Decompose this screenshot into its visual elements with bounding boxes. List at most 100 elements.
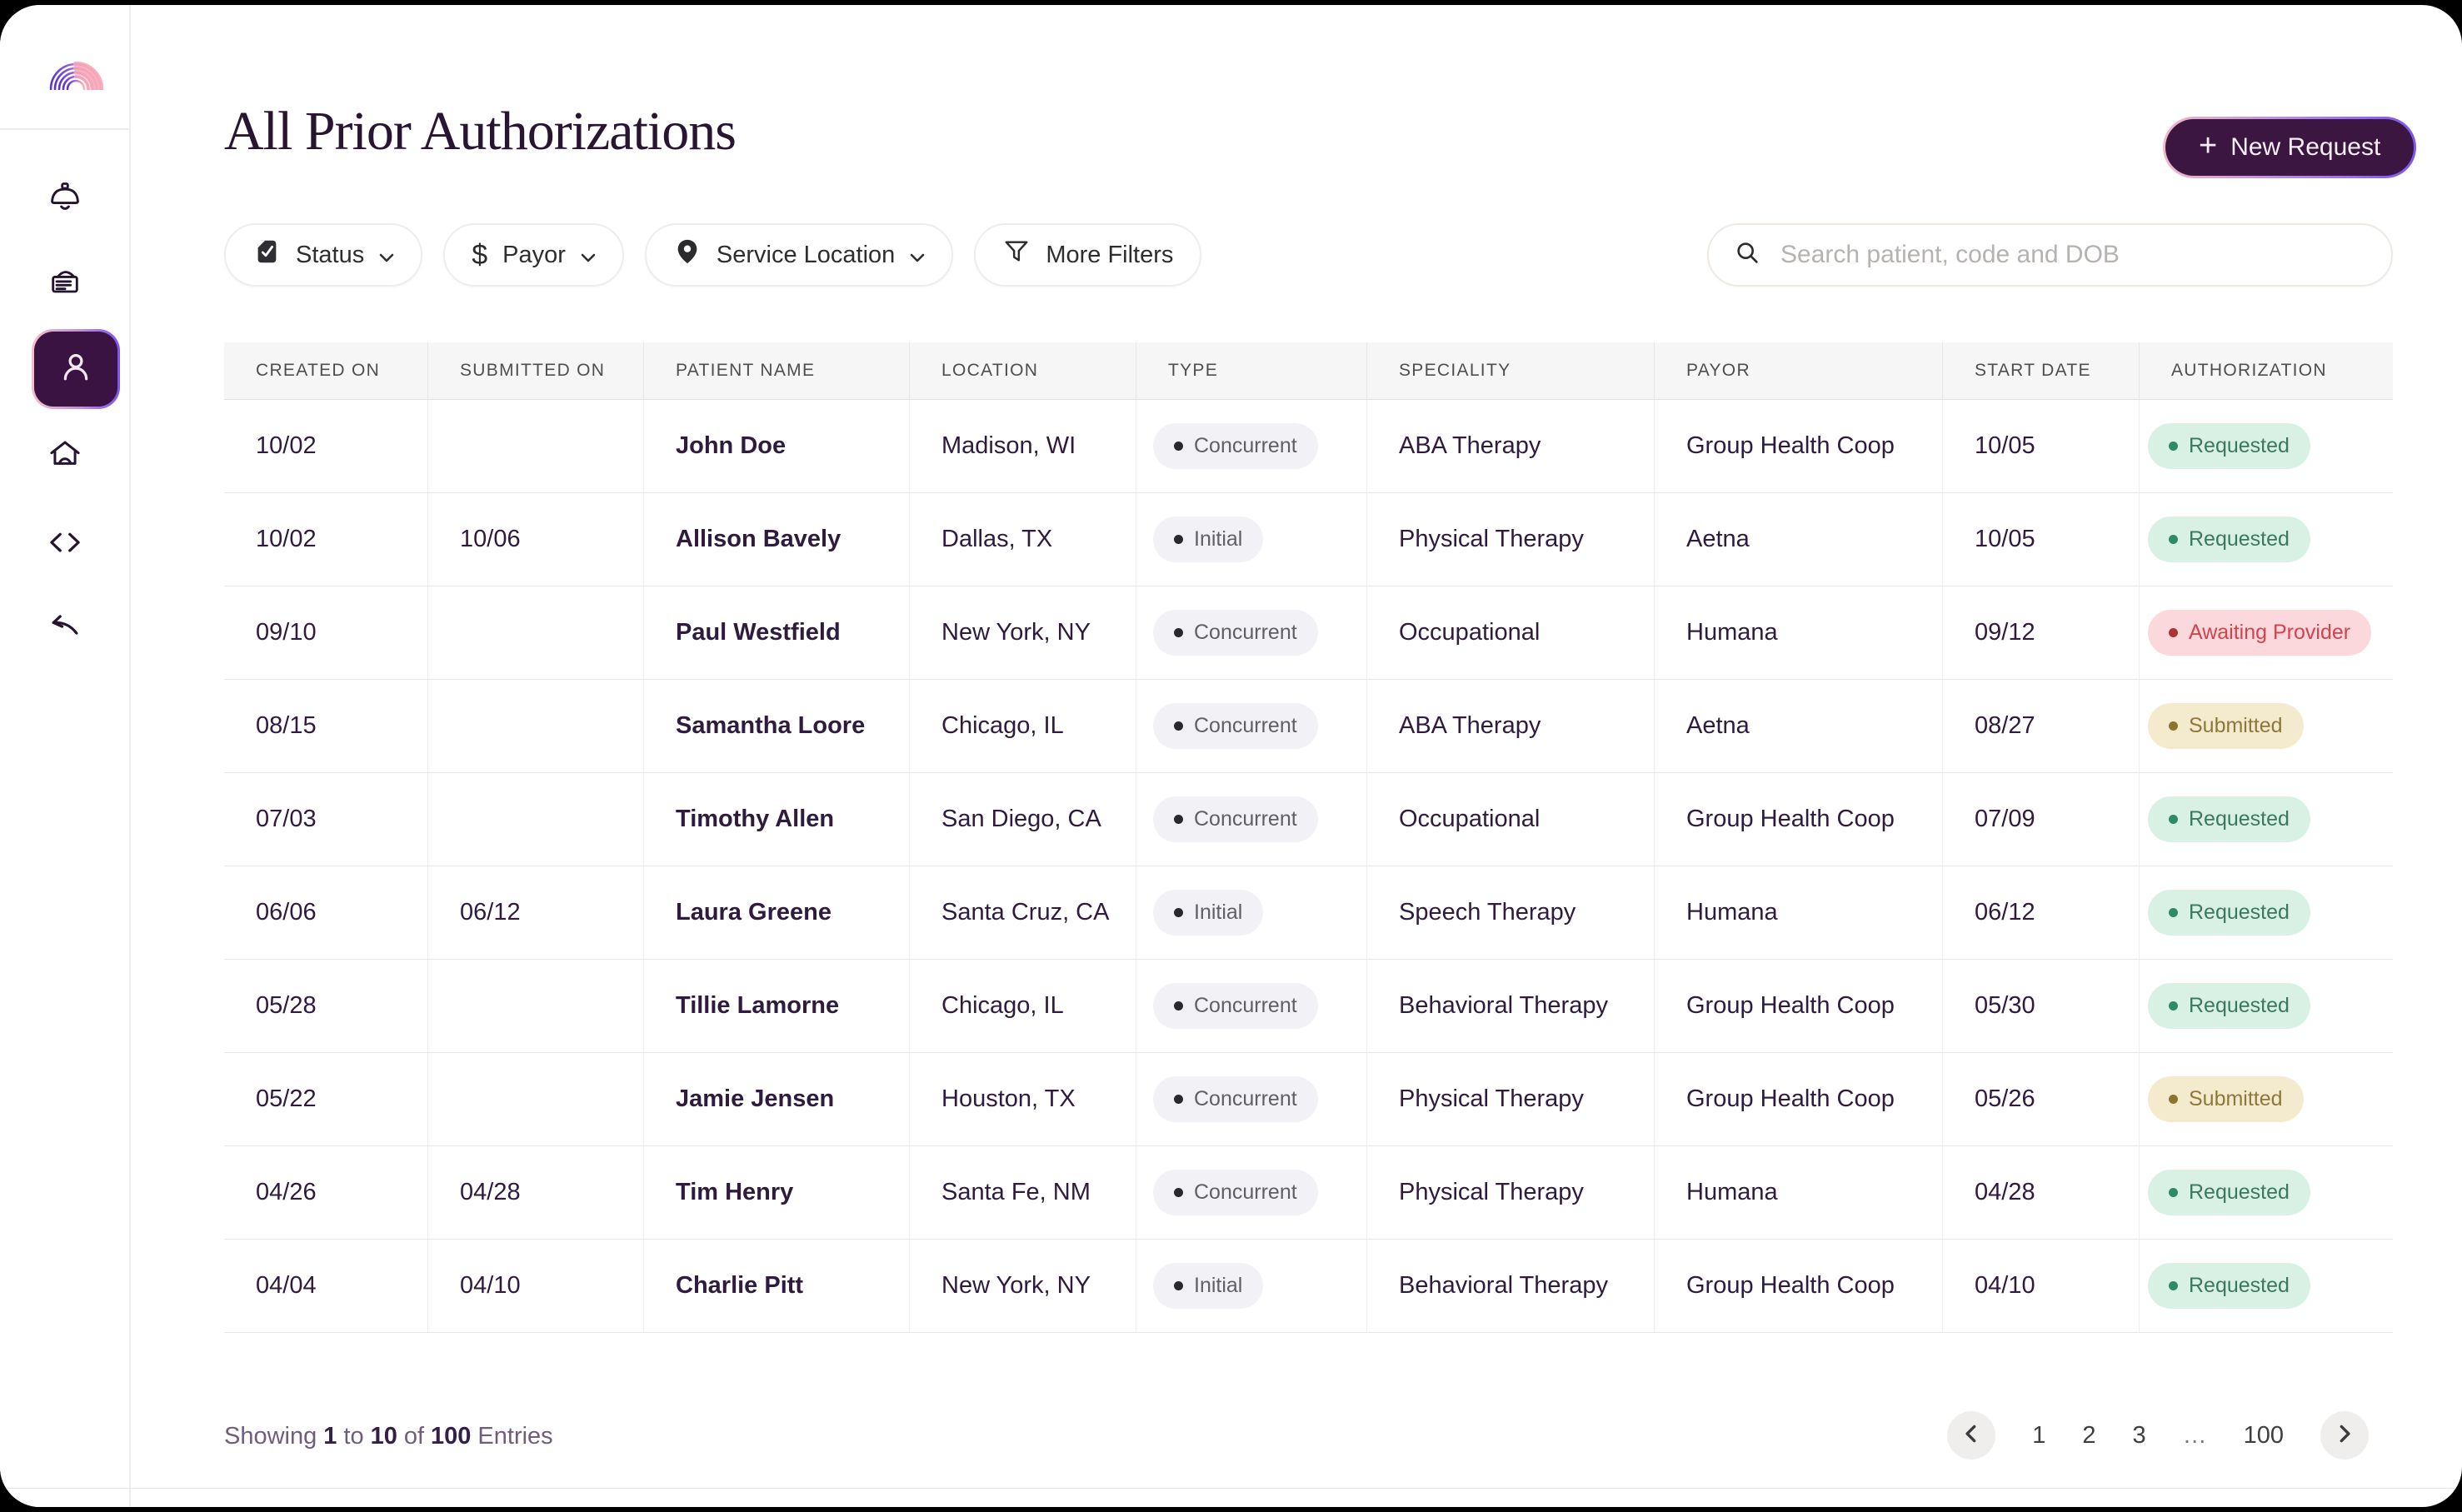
footer-divider <box>0 1488 2462 1489</box>
cell-created-on: 08/15 <box>224 680 428 772</box>
chevron-right-icon <box>2336 1425 2353 1447</box>
cell-speciality: Physical Therapy <box>1367 493 1655 586</box>
table-row[interactable]: 04/0404/10Charlie PittNew York, NYInitia… <box>224 1240 2393 1333</box>
badge-label: Requested <box>2189 1274 2290 1298</box>
bell-icon <box>47 179 83 216</box>
previous-page-button[interactable] <box>1947 1411 1995 1460</box>
table-row[interactable]: 09/10Paul WestfieldNew York, NYConcurren… <box>224 586 2393 680</box>
cell-authorization: Requested <box>2140 866 2393 959</box>
table-row[interactable]: 10/02John DoeMadison, WIConcurrentABA Th… <box>224 400 2393 493</box>
type-badge: Concurrent <box>1153 1076 1318 1122</box>
cell-start-date: 04/10 <box>1943 1240 2140 1332</box>
badge-dot <box>1174 1188 1183 1197</box>
cell-authorization: Awaiting Provider <box>2140 586 2393 679</box>
badge-dot <box>2169 1281 2178 1290</box>
table-row[interactable]: 05/22Jamie JensenHouston, TXConcurrentPh… <box>224 1053 2393 1146</box>
badge-label: Requested <box>2189 994 2290 1018</box>
page-3[interactable]: 3 <box>2132 1422 2145 1450</box>
table-row[interactable]: 05/28Tillie LamorneChicago, ILConcurrent… <box>224 960 2393 1053</box>
new-request-button[interactable]: + New Request <box>2163 117 2416 178</box>
service-location-filter-button[interactable]: Service Location <box>645 223 953 287</box>
badge-dot <box>1174 815 1183 824</box>
page-1[interactable]: 1 <box>2032 1422 2045 1450</box>
status-filter-label: Status <box>296 242 364 269</box>
badge-dot <box>2169 1001 2178 1010</box>
status-filter-button[interactable]: Status <box>224 223 422 287</box>
search-input[interactable] <box>1779 240 2366 270</box>
cell-created-on: 05/22 <box>224 1053 428 1145</box>
cell-start-date: 05/26 <box>1943 1053 2140 1145</box>
col-payor: PAYOR <box>1655 342 1943 399</box>
page-2[interactable]: 2 <box>2082 1422 2095 1450</box>
cell-type: Concurrent <box>1136 1053 1367 1145</box>
pagination: 1 2 3 … 100 <box>1947 1411 2369 1460</box>
badge-dot <box>2169 535 2178 544</box>
cell-authorization: Requested <box>2140 1240 2393 1332</box>
badge-dot <box>1174 535 1183 544</box>
cell-speciality: Occupational <box>1367 586 1655 679</box>
filter-row: Status $ Payor Service Location <box>224 223 1201 287</box>
badge-label: Initial <box>1194 527 1242 551</box>
type-badge: Concurrent <box>1153 423 1318 469</box>
cell-patient-name: Tillie Lamorne <box>644 960 910 1052</box>
cell-location: Madison, WI <box>910 400 1136 492</box>
badge-dot <box>1174 908 1183 917</box>
cell-submitted-on <box>428 400 644 492</box>
sidebar-item-requests[interactable] <box>0 259 129 306</box>
sidebar-item-developer[interactable] <box>0 521 129 568</box>
app-logo[interactable] <box>46 55 106 90</box>
cell-type: Concurrent <box>1136 1146 1367 1239</box>
badge-dot <box>2169 628 2178 637</box>
badge-dot <box>1174 628 1183 637</box>
badge-label: Concurrent <box>1194 807 1297 831</box>
badge-dot <box>2169 908 2178 917</box>
type-badge: Initial <box>1153 516 1263 562</box>
rainbow-arcs-icon <box>46 79 106 93</box>
table-row[interactable]: 06/0606/12Laura GreeneSanta Cruz, CAInit… <box>224 866 2393 960</box>
badge-label: Concurrent <box>1194 621 1297 645</box>
table-row[interactable]: 07/03Timothy AllenSan Diego, CAConcurren… <box>224 773 2393 866</box>
sidebar-item-notifications[interactable] <box>0 174 129 221</box>
cell-authorization: Requested <box>2140 400 2393 492</box>
cell-patient-name: Tim Henry <box>644 1146 910 1239</box>
cell-patient-name: Laura Greene <box>644 866 910 959</box>
table-row[interactable]: 10/0210/06Allison BavelyDallas, TXInitia… <box>224 493 2393 586</box>
more-filters-button[interactable]: More Filters <box>974 223 1201 287</box>
cell-authorization: Submitted <box>2140 680 2393 772</box>
page-title: All Prior Authorizations <box>224 100 736 163</box>
showing-from: 1 <box>323 1423 337 1450</box>
undo-arrow-icon <box>46 607 84 646</box>
cell-location: San Diego, CA <box>910 773 1136 866</box>
sidebar-item-patients-tile <box>34 332 117 407</box>
chevron-down-icon <box>581 242 596 269</box>
cell-payor: Aetna <box>1655 493 1943 586</box>
cell-created-on: 10/02 <box>224 400 428 492</box>
payor-filter-button[interactable]: $ Payor <box>443 223 624 287</box>
showing-of-word: of <box>404 1423 424 1450</box>
cell-location: Chicago, IL <box>910 680 1136 772</box>
page-100[interactable]: 100 <box>2244 1422 2284 1450</box>
authorization-badge: Awaiting Provider <box>2148 610 2371 656</box>
badge-label: Awaiting Provider <box>2189 621 2350 645</box>
cell-type: Initial <box>1136 1240 1367 1332</box>
authorization-badge: Requested <box>2148 1170 2310 1215</box>
cell-created-on: 04/26 <box>224 1146 428 1239</box>
cell-submitted-on <box>428 1053 644 1145</box>
showing-to-word: to <box>343 1423 363 1450</box>
cell-type: Initial <box>1136 493 1367 586</box>
sidebar-item-home[interactable] <box>0 432 129 478</box>
cell-location: New York, NY <box>910 1240 1136 1332</box>
sidebar-item-back[interactable] <box>0 603 129 650</box>
badge-dot <box>2169 1095 2178 1104</box>
table-body: 10/02John DoeMadison, WIConcurrentABA Th… <box>224 400 2393 1333</box>
cell-payor: Humana <box>1655 866 1943 959</box>
search-box <box>1707 223 2393 287</box>
table-row[interactable]: 04/2604/28Tim HenrySanta Fe, NMConcurren… <box>224 1146 2393 1240</box>
cell-speciality: Behavioral Therapy <box>1367 1240 1655 1332</box>
cell-submitted-on <box>428 960 644 1052</box>
location-pin-icon <box>673 237 702 272</box>
table-row[interactable]: 08/15Samantha LooreChicago, ILConcurrent… <box>224 680 2393 773</box>
cell-submitted-on: 04/10 <box>428 1240 644 1332</box>
sidebar-item-patients[interactable] <box>32 329 120 409</box>
next-page-button[interactable] <box>2320 1411 2369 1460</box>
